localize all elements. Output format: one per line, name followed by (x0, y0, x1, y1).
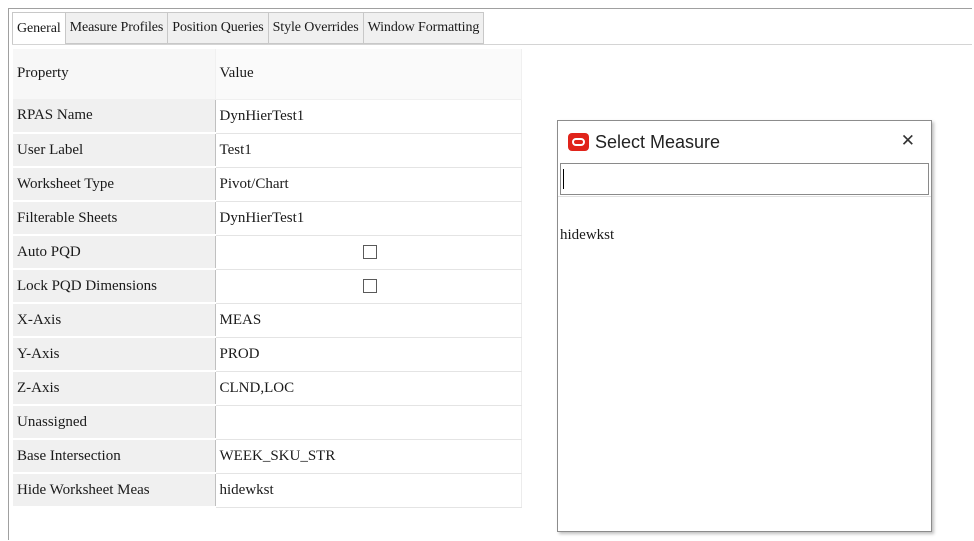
value-column-header: Value (215, 49, 522, 100)
property-name: X-Axis (13, 303, 216, 338)
text-caret (563, 169, 564, 189)
table-row[interactable]: Filterable Sheets DynHierTest1 (13, 201, 522, 236)
tab-style-overrides[interactable]: Style Overrides (268, 12, 364, 44)
tab-underline (12, 44, 972, 45)
property-value[interactable]: Test1 (215, 133, 522, 168)
close-icon[interactable]: ✕ (901, 130, 915, 152)
property-value[interactable]: DynHierTest1 (215, 201, 522, 236)
property-value (215, 235, 522, 270)
property-name: Unassigned (13, 405, 216, 440)
property-name: Filterable Sheets (13, 201, 216, 236)
tab-window-formatting[interactable]: Window Formatting (363, 12, 485, 44)
table-row[interactable]: Hide Worksheet Meas hidewkst (13, 473, 522, 508)
property-value (215, 269, 522, 304)
property-value[interactable]: Pivot/Chart (215, 167, 522, 202)
tab-general[interactable]: General (12, 12, 66, 44)
table-row[interactable]: Lock PQD Dimensions (13, 269, 522, 304)
measure-search-input[interactable] (560, 163, 929, 195)
property-name: Y-Axis (13, 337, 216, 372)
select-measure-dialog: Select Measure ✕ hidewkst (557, 120, 932, 532)
table-row[interactable]: X-Axis MEAS (13, 303, 522, 338)
property-name: Lock PQD Dimensions (13, 269, 216, 304)
table-row[interactable]: Z-Axis CLND,LOC (13, 371, 522, 406)
tab-position-queries[interactable]: Position Queries (168, 12, 269, 44)
table-row[interactable]: Worksheet Type Pivot/Chart (13, 167, 522, 202)
table-row[interactable]: Base Intersection WEEK_SKU_STR (13, 439, 522, 474)
property-name: Base Intersection (13, 439, 216, 474)
property-name: User Label (13, 133, 216, 168)
property-grid: Property Value RPAS Name DynHierTest1 Us… (13, 49, 522, 508)
dialog-title-bar[interactable]: Select Measure ✕ (558, 121, 931, 163)
property-column-header: Property (13, 49, 216, 100)
property-value[interactable]: hidewkst (215, 473, 522, 508)
table-row[interactable]: RPAS Name DynHierTest1 (13, 99, 522, 134)
property-value[interactable]: PROD (215, 337, 522, 372)
property-name: Hide Worksheet Meas (13, 473, 216, 508)
property-value[interactable]: MEAS (215, 303, 522, 338)
property-name: RPAS Name (13, 99, 216, 134)
property-name: Worksheet Type (13, 167, 216, 202)
property-value[interactable]: CLND,LOC (215, 371, 522, 406)
list-item[interactable]: hidewkst (560, 227, 614, 244)
table-row[interactable]: User Label Test1 (13, 133, 522, 168)
tab-bar: General Measure Profiles Position Querie… (12, 12, 485, 44)
table-row[interactable]: Auto PQD (13, 235, 522, 270)
table-row[interactable]: Unassigned (13, 405, 522, 440)
property-value[interactable]: DynHierTest1 (215, 99, 522, 134)
tab-measure-profiles[interactable]: Measure Profiles (65, 12, 169, 44)
property-value[interactable]: WEEK_SKU_STR (215, 439, 522, 474)
table-row[interactable]: Y-Axis PROD (13, 337, 522, 372)
grid-header-row: Property Value (13, 49, 522, 100)
property-name: Auto PQD (13, 235, 216, 270)
dialog-title: Select Measure (595, 131, 721, 152)
list-divider (558, 196, 931, 197)
property-value[interactable] (215, 405, 522, 440)
auto-pqd-checkbox[interactable] (362, 245, 377, 260)
lock-pqd-dimensions-checkbox[interactable] (362, 279, 377, 294)
property-name: Z-Axis (13, 371, 216, 406)
oracle-logo-icon (568, 133, 589, 151)
